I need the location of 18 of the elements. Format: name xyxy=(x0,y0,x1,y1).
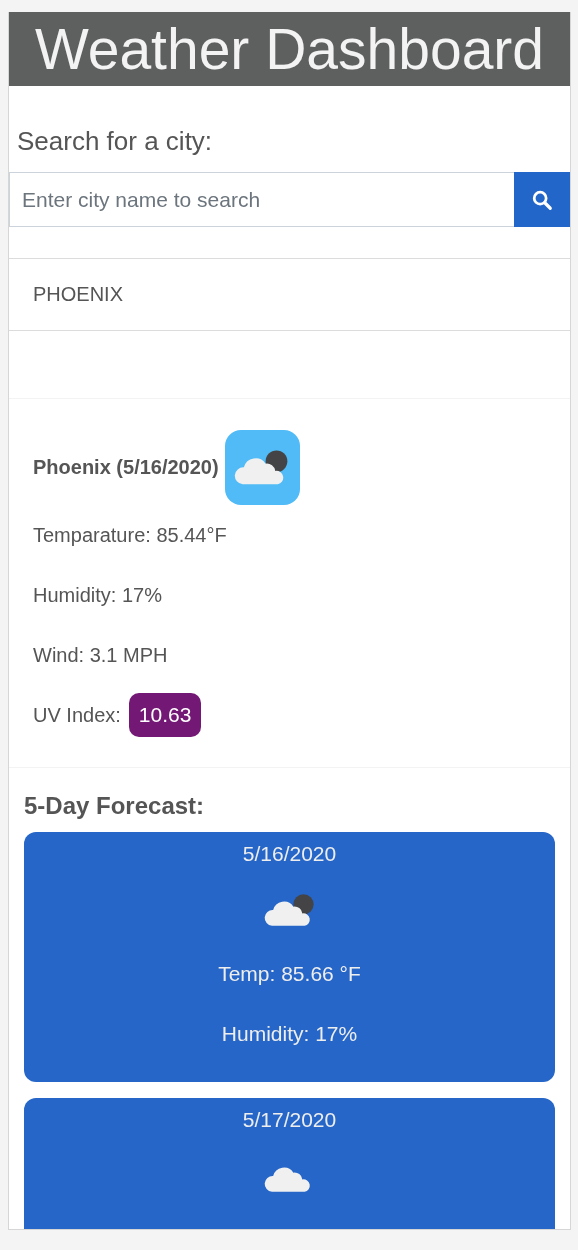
uv-label: UV Index: xyxy=(33,703,121,727)
section-heading: 5-Day Forecast: xyxy=(24,792,206,820)
wind-text: Wind: 3.1 MPH xyxy=(33,642,169,668)
search-label: Search for a city: xyxy=(16,125,214,158)
history-item[interactable]: PHOENIX xyxy=(9,259,570,330)
humidity-text: Humidity: 17% xyxy=(33,582,163,608)
date-text: 5/16/2020 xyxy=(242,842,337,867)
temperature-text: Temparature: 85.44°F xyxy=(33,522,228,548)
cloud-moon-icon xyxy=(262,892,317,928)
search-field[interactable]: Enter city name to search xyxy=(9,172,514,227)
uv-index-badge: 10.63 xyxy=(128,693,202,737)
temperature-text: Temp: 85.66 °F xyxy=(218,961,361,987)
city-date-heading: Phoenix (5/16/2020) xyxy=(33,455,219,479)
search-icon xyxy=(531,188,553,211)
humidity-text: Humidity: 17% xyxy=(221,1021,358,1047)
page-title: Weather Dashboard xyxy=(34,20,545,78)
date-text: 5/17/2020 xyxy=(242,1108,337,1133)
search-button[interactable] xyxy=(514,172,570,227)
